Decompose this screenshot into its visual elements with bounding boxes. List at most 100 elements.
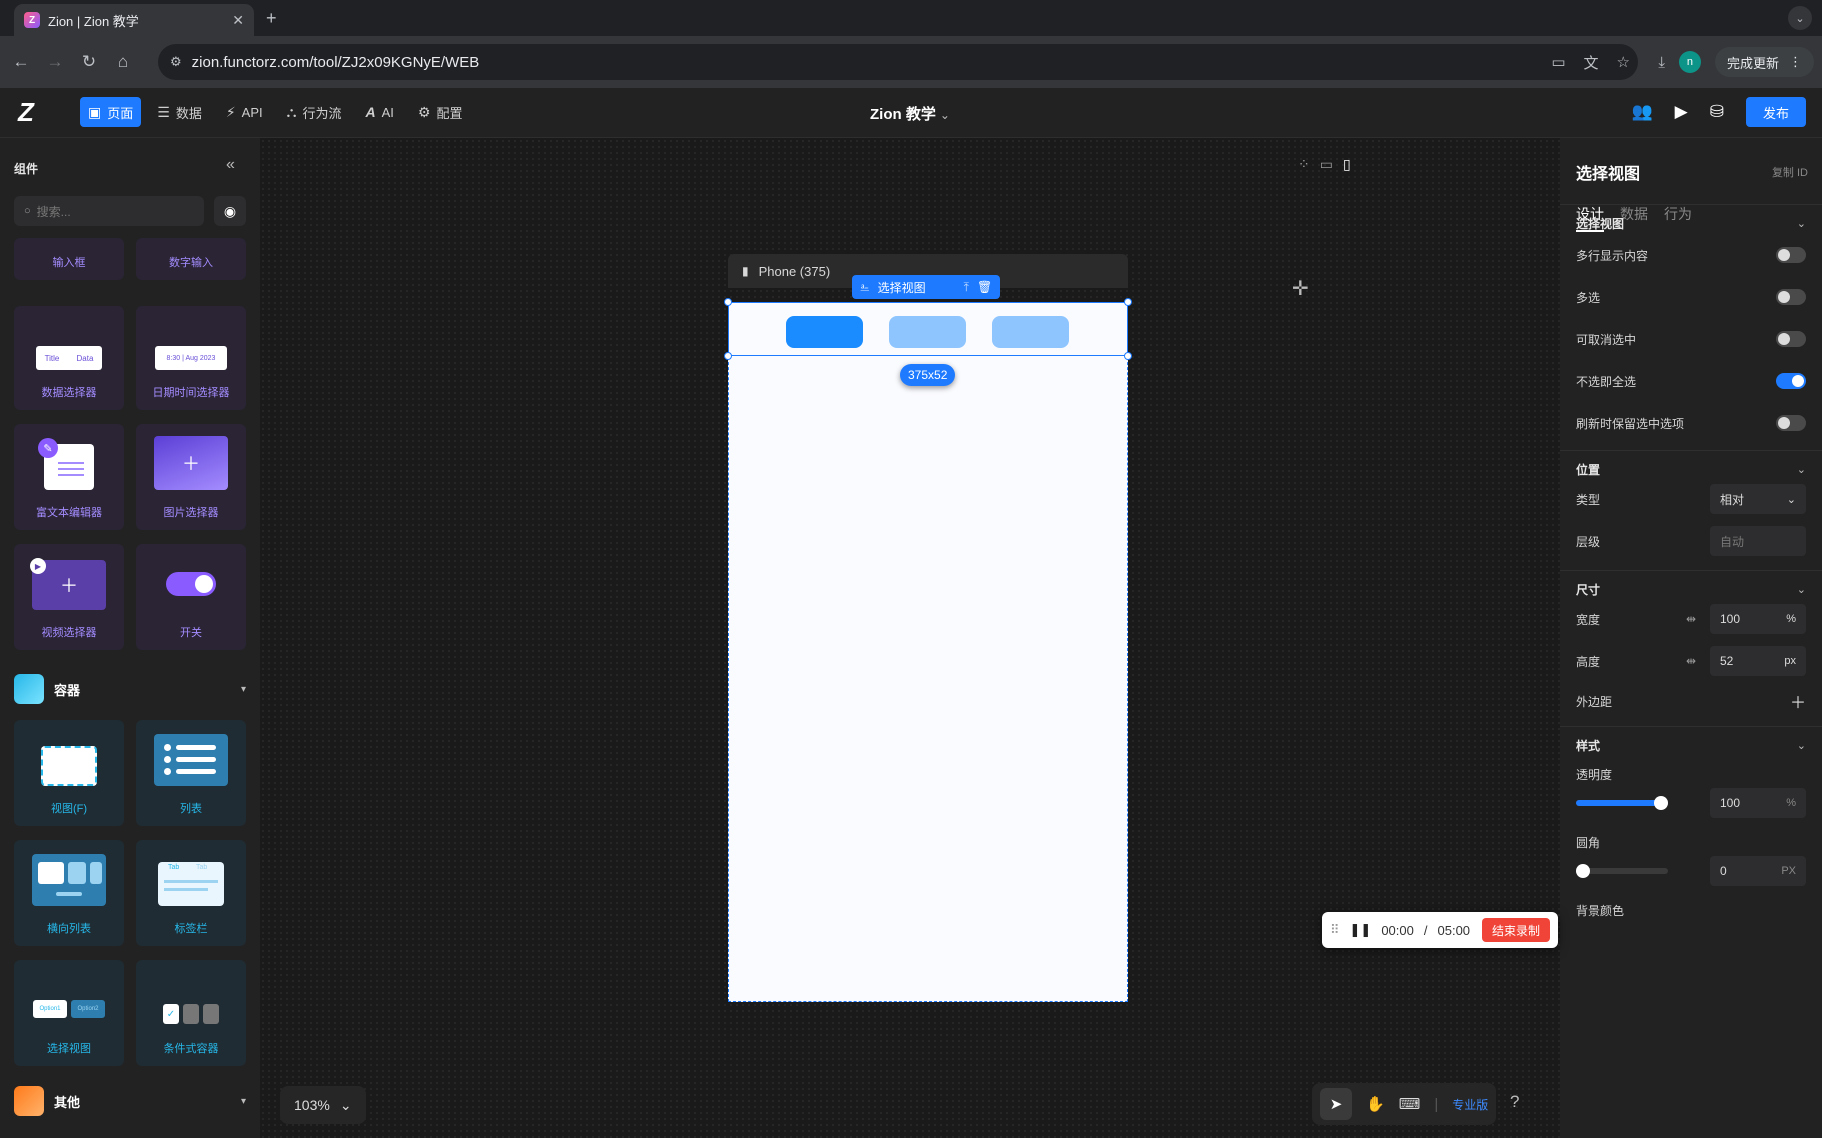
- bookmark-star-icon[interactable]: ☆: [1617, 53, 1630, 71]
- translate-icon[interactable]: 文: [1584, 52, 1599, 73]
- download-icon[interactable]: ⤓: [1658, 54, 1665, 71]
- drag-handle-icon[interactable]: ⠿: [1330, 922, 1340, 938]
- keep-selection-toggle[interactable]: [1776, 415, 1806, 431]
- design-canvas[interactable]: ⁘ ▭ ▯ ▮ Phone (375) ⎁ 选择视图 ⤒ 🗑 375x52 ✛ …: [260, 138, 1560, 1138]
- browser-tab[interactable]: Z Zion | Zion 教学 ✕: [14, 4, 254, 36]
- nav-api[interactable]: ⚡ API: [218, 97, 271, 127]
- resize-handle[interactable]: [724, 352, 732, 360]
- search-input[interactable]: ○ 搜索...: [14, 196, 204, 226]
- selection-label[interactable]: ⎁ 选择视图 ⤒ 🗑: [852, 275, 1001, 299]
- update-button[interactable]: 完成更新 ⋮: [1714, 47, 1814, 77]
- hand-tool-icon[interactable]: ✋: [1366, 1095, 1385, 1113]
- section-other[interactable]: 其他 ▾: [14, 1086, 246, 1116]
- none-is-all-toggle[interactable]: [1776, 373, 1806, 389]
- zoom-control[interactable]: 103% ⌄: [280, 1086, 366, 1124]
- selection-outline[interactable]: [728, 302, 1128, 356]
- home-icon[interactable]: ⌂: [106, 52, 140, 72]
- zoom-value: 103%: [294, 1097, 330, 1113]
- tab-close-icon[interactable]: ✕: [232, 12, 244, 29]
- component-card-rich-text[interactable]: ✎ 富文本编辑器: [14, 424, 124, 530]
- forward-icon[interactable]: →: [38, 52, 72, 72]
- component-card-image-picker[interactable]: ＋ 图片选择器: [136, 424, 246, 530]
- caret-down-icon[interactable]: ▾: [241, 684, 246, 695]
- radius-slider[interactable]: [1576, 864, 1668, 878]
- radius-input[interactable]: 0 PX: [1710, 856, 1806, 886]
- pause-icon[interactable]: ❚❚: [1350, 922, 1372, 938]
- component-card-horizontal-list[interactable]: 横向列表: [14, 840, 124, 946]
- zion-logo[interactable]: Z: [18, 98, 46, 126]
- publish-button[interactable]: 发布: [1746, 97, 1806, 127]
- component-card-tab-bar[interactable]: Tab Tab 标签栏: [136, 840, 246, 946]
- copy-id-button[interactable]: 复制 ID: [1772, 164, 1808, 180]
- grid-view-icon[interactable]: ⁘: [1298, 156, 1310, 173]
- profile-avatar[interactable]: n: [1678, 51, 1701, 73]
- database-settings-icon[interactable]: ⛁: [1710, 102, 1724, 122]
- slider-knob[interactable]: [1654, 796, 1668, 810]
- address-bar[interactable]: ⚙ zion.functorz.com/tool/ZJ2x09KGNyE/WEB…: [158, 44, 1638, 80]
- opacity-input[interactable]: 100 %: [1710, 788, 1806, 818]
- section-select-view[interactable]: 选择视图 ⌄: [1576, 214, 1806, 232]
- caret-down-icon[interactable]: ▾: [241, 1096, 246, 1107]
- section-size[interactable]: 尺寸 ⌄: [1576, 580, 1806, 598]
- component-card-input[interactable]: 输入框: [14, 238, 124, 280]
- thumb-text: Tab: [196, 864, 208, 871]
- play-icon[interactable]: ▶: [1675, 102, 1688, 122]
- browser-toolbar: ← → ↻ ⌂ ⚙ zion.functorz.com/tool/ZJ2x09K…: [0, 36, 1822, 88]
- add-margin-icon[interactable]: ＋: [1790, 689, 1806, 713]
- stop-recording-button[interactable]: 结束录制: [1481, 918, 1550, 942]
- pointer-tool-icon[interactable]: ➤: [1320, 1088, 1352, 1120]
- width-input[interactable]: 100 %: [1710, 604, 1806, 634]
- phone-view-icon[interactable]: ▯: [1343, 156, 1351, 173]
- z-level-input[interactable]: 自动: [1710, 526, 1806, 556]
- component-card-data-picker[interactable]: Title Data 数据选择器: [14, 306, 124, 410]
- field-label: 高度: [1576, 654, 1601, 669]
- opacity-slider[interactable]: [1576, 796, 1668, 810]
- component-card-number-input[interactable]: 数字输入: [136, 238, 246, 280]
- nav-flow[interactable]: ⛬ 行为流: [279, 97, 350, 127]
- back-icon[interactable]: ←: [4, 52, 38, 72]
- unit-select[interactable]: %: [1786, 613, 1796, 625]
- multiline-toggle[interactable]: [1776, 247, 1806, 263]
- section-style[interactable]: 样式 ⌄: [1576, 736, 1806, 754]
- new-tab-icon[interactable]: +: [266, 8, 277, 29]
- resize-handle[interactable]: [1124, 352, 1132, 360]
- section-position[interactable]: 位置 ⌄: [1576, 460, 1806, 478]
- unit-select[interactable]: px: [1784, 655, 1796, 667]
- move-to-top-icon[interactable]: ⤒: [964, 280, 969, 295]
- tab-search-icon[interactable]: ⌄: [1788, 6, 1812, 30]
- github-icon[interactable]: ◉: [214, 196, 246, 226]
- phone-screen[interactable]: [728, 302, 1128, 1002]
- constraint-icon[interactable]: ⇹: [1686, 612, 1696, 626]
- constraint-icon[interactable]: ⇹: [1686, 654, 1696, 668]
- project-title[interactable]: Zion 教学 ⌄: [870, 103, 950, 124]
- component-card-video-picker[interactable]: ▶ ＋ 视频选择器: [14, 544, 124, 650]
- pro-plan-link[interactable]: 专业版: [1452, 1096, 1488, 1113]
- help-icon[interactable]: ?: [1510, 1092, 1519, 1112]
- slider-knob[interactable]: [1576, 864, 1590, 878]
- component-card-list[interactable]: 列表: [136, 720, 246, 826]
- nav-settings[interactable]: ⚙ 配置: [410, 97, 471, 127]
- resize-handle[interactable]: [724, 298, 732, 306]
- height-input[interactable]: 52 px: [1710, 646, 1806, 676]
- site-info-icon[interactable]: ⚙: [170, 54, 182, 70]
- collapse-icon[interactable]: «: [226, 156, 235, 174]
- keyboard-icon[interactable]: ⌨: [1399, 1095, 1421, 1113]
- clipboard-icon[interactable]: ▭: [1551, 53, 1565, 71]
- collaborators-icon[interactable]: 👥: [1632, 102, 1653, 122]
- component-card-switch[interactable]: 开关: [136, 544, 246, 650]
- delete-icon[interactable]: 🗑: [977, 280, 992, 294]
- nav-ai[interactable]: A AI: [357, 97, 401, 127]
- component-card-view[interactable]: 视图(F): [14, 720, 124, 826]
- position-type-select[interactable]: 相对 ⌄: [1710, 484, 1806, 514]
- nav-data[interactable]: ☰ 数据: [149, 97, 210, 127]
- section-container[interactable]: 容器 ▾: [14, 674, 246, 704]
- component-card-select-view[interactable]: Option1 Option2 选择视图: [14, 960, 124, 1066]
- nav-page[interactable]: ▣ 页面: [80, 97, 142, 127]
- reload-icon[interactable]: ↻: [72, 52, 106, 72]
- resize-handle[interactable]: [1124, 298, 1132, 306]
- multiselect-toggle[interactable]: [1776, 289, 1806, 305]
- component-card-datetime-picker[interactable]: 8:30 | Aug 2023 日期时间选择器: [136, 306, 246, 410]
- tablet-view-icon[interactable]: ▭: [1320, 156, 1333, 173]
- component-card-conditional-container[interactable]: ✓ 条件式容器: [136, 960, 246, 1066]
- deselect-toggle[interactable]: [1776, 331, 1806, 347]
